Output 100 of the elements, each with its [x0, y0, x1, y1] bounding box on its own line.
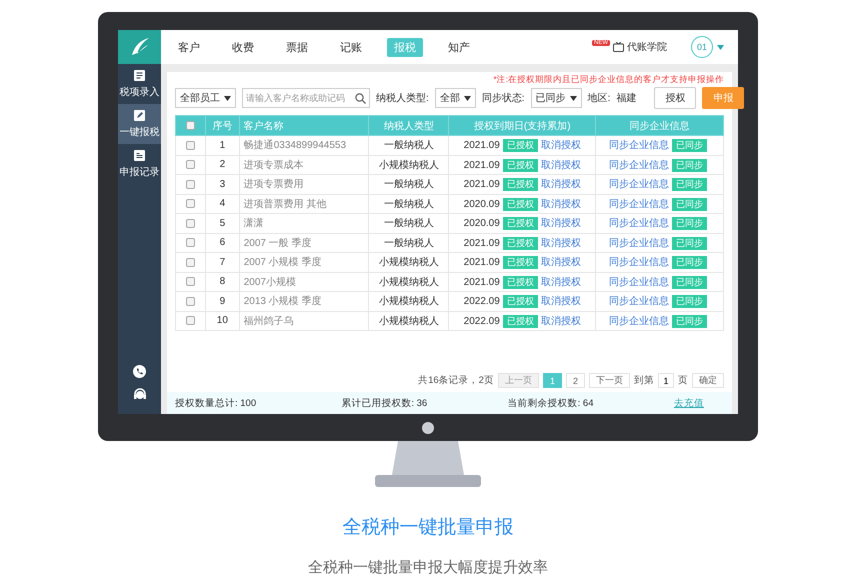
cancel-link[interactable]: 取消授权 [540, 160, 581, 171]
row-checkbox[interactable] [186, 180, 195, 189]
caret-icon [464, 96, 471, 100]
cancel-link[interactable]: 取消授权 [540, 179, 581, 190]
table-cell: 2021.09 [464, 276, 500, 288]
table-cell: 小规模纳税人 [378, 276, 439, 288]
customer-name: 进项普票费用 其他 [244, 198, 326, 210]
table-cell: 2020.09 [464, 198, 500, 210]
row-checkbox[interactable] [186, 218, 195, 228]
cancel-link[interactable]: 取消授权 [540, 296, 581, 308]
column-header: 纳税人类型 [368, 116, 449, 136]
sync-link[interactable]: 同步企业信息 [609, 276, 670, 288]
customer-name: 2007 小规模 季度 [244, 257, 322, 268]
user-avatar[interactable]: 01 [691, 36, 713, 58]
status-tag: 已同步 [672, 276, 708, 289]
record-icon [133, 149, 146, 162]
cancel-link[interactable]: 取消授权 [540, 238, 581, 249]
status-tag: 已同步 [672, 314, 708, 328]
status-tag: 已授权 [502, 314, 538, 328]
cancel-link[interactable]: 取消授权 [540, 257, 581, 268]
sidebar-item[interactable]: 税项录入 [118, 64, 161, 104]
cancel-link[interactable]: 取消授权 [540, 276, 581, 288]
table-cell: 一般纳税人 [384, 238, 434, 249]
sync-link[interactable]: 同步企业信息 [609, 218, 670, 230]
notice-text: *注:在授权期限内且已同步企业信息的客户才支持申报操作 [492, 74, 724, 85]
row-checkbox[interactable] [186, 140, 195, 150]
next-page-button[interactable]: 下一页 [589, 373, 630, 388]
table-cell: 2022.09 [464, 316, 500, 327]
row-checkbox[interactable] [186, 160, 195, 170]
page-unit: 页 [678, 374, 688, 387]
sync-link[interactable]: 同步企业信息 [609, 179, 670, 190]
feature-subtitle: 全税种一键批量申报大幅度提升效率 [308, 558, 548, 577]
nav-tab[interactable]: 客户 [171, 38, 207, 56]
nav-tab[interactable]: 知产 [441, 38, 477, 56]
sync-link[interactable]: 同步企业信息 [609, 140, 670, 152]
academy-link[interactable]: 代账学院 [627, 40, 667, 54]
status-tag: 已同步 [672, 236, 708, 250]
table-cell: 2021.09 [464, 238, 500, 249]
caret-icon [570, 96, 577, 100]
status-tag: 已同步 [672, 295, 708, 308]
declare-button[interactable]: 申报 [702, 87, 744, 109]
column-header: 同步企业信息 [596, 116, 724, 136]
sync-link[interactable]: 同步企业信息 [609, 160, 670, 171]
sync-link[interactable]: 同步企业信息 [609, 238, 670, 249]
status-tag: 已授权 [502, 139, 538, 152]
row-checkbox[interactable] [186, 296, 195, 306]
table-cell: 2021.09 [464, 179, 500, 190]
table-cell: 2021.09 [464, 160, 500, 171]
nav-tab[interactable]: 票据 [279, 38, 315, 56]
table-cell: 小规模纳税人 [378, 160, 439, 171]
employee-select[interactable]: 全部员工 [175, 88, 236, 108]
status-tag: 已授权 [502, 295, 538, 308]
row-checkbox[interactable] [186, 316, 195, 326]
sync-select[interactable]: 已同步 [530, 88, 582, 108]
nav-tab[interactable]: 收费 [225, 38, 261, 56]
sync-link[interactable]: 同步企业信息 [609, 257, 670, 268]
sidebar-item[interactable]: 申报记录 [118, 144, 161, 184]
customer-name: 2007小规模 [244, 276, 296, 288]
table-cell: 一般纳税人 [384, 179, 434, 190]
search-field[interactable]: 请输入客户名称或助记码 [242, 88, 370, 108]
column-header: 序号 [206, 116, 240, 136]
feature-title: 全税种一键批量申报 [342, 516, 514, 540]
row-checkbox[interactable] [186, 238, 195, 248]
sidebar-item[interactable]: 一键报税 [118, 104, 161, 144]
goto-label: 到第 [634, 374, 654, 387]
status-tag: 已同步 [672, 139, 708, 152]
recharge-link[interactable]: 去充值 [674, 396, 704, 410]
table-cell: 一般纳税人 [384, 198, 434, 210]
stat-text: 累计已用授权数: 36 [341, 398, 428, 408]
table-cell: 7 [220, 256, 226, 268]
nav-tab[interactable]: 记账 [333, 38, 369, 56]
tv-icon [613, 42, 624, 52]
cancel-link[interactable]: 取消授权 [540, 316, 581, 327]
page-input[interactable]: 1 [658, 373, 674, 388]
row-checkbox[interactable] [186, 258, 195, 267]
table-cell: 2021.09 [464, 257, 500, 268]
sync-link[interactable]: 同步企业信息 [609, 198, 670, 210]
table-cell: 一般纳税人 [384, 140, 434, 152]
sync-link[interactable]: 同步企业信息 [609, 296, 670, 308]
customer-name: 进项专票费用 [244, 179, 304, 190]
confirm-button[interactable]: 确定 [692, 373, 724, 388]
customer-name: 福州鸽子乌 [244, 316, 294, 327]
cancel-link[interactable]: 取消授权 [540, 140, 581, 152]
table-cell: 9 [220, 296, 226, 307]
row-checkbox[interactable] [186, 199, 195, 208]
taxpayer-select[interactable]: 全部 [434, 88, 476, 108]
page-button[interactable]: 2 [566, 373, 585, 388]
sync-link[interactable]: 同步企业信息 [609, 316, 670, 327]
stat-text: 授权数量总计: 100 [175, 398, 256, 408]
customer-name: 2013 小规模 季度 [244, 296, 322, 308]
status-tag: 已授权 [502, 198, 538, 211]
table-cell: 6 [220, 237, 226, 248]
select-all-checkbox[interactable] [186, 120, 195, 130]
cancel-link[interactable]: 取消授权 [540, 218, 581, 230]
table-cell: 小规模纳税人 [378, 296, 439, 308]
filter-label: 纳税人类型: [376, 92, 429, 105]
table-cell: 小规模纳税人 [378, 257, 439, 268]
cancel-link[interactable]: 取消授权 [540, 198, 581, 210]
authorize-button[interactable]: 授权 [654, 87, 696, 109]
row-checkbox[interactable] [186, 277, 195, 286]
